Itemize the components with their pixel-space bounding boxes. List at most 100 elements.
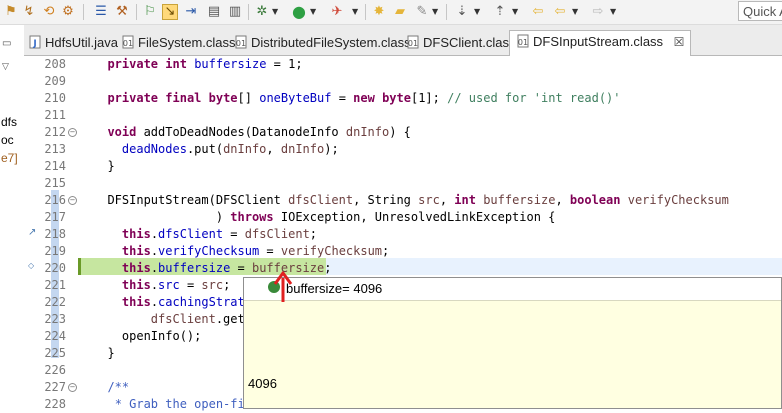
class-file-icon: 01 bbox=[517, 34, 529, 48]
line-number: 214 bbox=[44, 159, 66, 173]
line-number: 226 bbox=[44, 363, 66, 377]
code-line: this.verifyChecksum = verifyChecksum; bbox=[121, 244, 390, 258]
quick-fix-icon[interactable]: ⚑ bbox=[3, 4, 19, 20]
tab-label: DistributedFileSystem.class bbox=[251, 35, 411, 50]
code-line: ) throws IOException, UnresolvedLinkExce… bbox=[93, 210, 556, 224]
line-number: 215 bbox=[44, 176, 66, 190]
brush-icon[interactable]: ✎ bbox=[414, 4, 430, 20]
back-icon[interactable]: ⇦ bbox=[552, 4, 568, 20]
line-number: 211 bbox=[44, 108, 66, 122]
code-line: DFSInputStream(DFSClient dfsClient, Stri… bbox=[93, 193, 729, 207]
fold-toggle-icon[interactable]: − bbox=[68, 196, 77, 205]
line-number: 216 bbox=[44, 193, 66, 207]
open-folder-icon[interactable]: ▰ bbox=[392, 4, 408, 20]
fold-toggle-icon[interactable]: − bbox=[68, 128, 77, 137]
debug-config-icon[interactable]: ✲ bbox=[254, 4, 270, 20]
code-line: } bbox=[93, 346, 115, 360]
tree-item[interactable]: e7] bbox=[1, 151, 18, 165]
svg-text:J: J bbox=[32, 39, 36, 49]
instruction-pointer-icon: ◇ bbox=[28, 261, 35, 270]
code-line: openInfo(); bbox=[93, 329, 202, 343]
hover-tree: buffersize= 4096 bbox=[244, 278, 781, 301]
svg-text:01: 01 bbox=[123, 39, 133, 48]
fold-toggle-icon[interactable]: − bbox=[68, 383, 77, 392]
new-java-project-icon[interactable]: ✸ bbox=[371, 4, 387, 20]
line-number: 208 bbox=[44, 57, 66, 71]
panel-collapse-icon[interactable]: ▽ bbox=[2, 59, 9, 73]
line-number: 227 bbox=[44, 380, 66, 394]
code-line: * Grab the open-fil bbox=[114, 397, 252, 411]
word-wrap-icon[interactable]: ⚙ bbox=[60, 4, 76, 20]
code-line: void addToDeadNodes(DatanodeInfo dnInfo)… bbox=[107, 125, 411, 139]
code-line: private final byte[] oneByteBuf = new by… bbox=[107, 91, 621, 105]
tab-label: DFSInputStream.class bbox=[533, 34, 664, 49]
mark-occurrences-icon[interactable]: ⟲ bbox=[41, 4, 57, 20]
quick-access-input[interactable]: Quick A bbox=[738, 1, 782, 21]
hover-variable-name: buffersize bbox=[286, 281, 343, 296]
code-line: } bbox=[93, 159, 115, 173]
hover-variable-row[interactable]: buffersize= 4096 bbox=[286, 281, 382, 297]
skip-breakpoints-icon[interactable]: ⚐ bbox=[142, 4, 158, 20]
red-arrow-annotation bbox=[273, 271, 293, 302]
debug-marker-icon: ↗ bbox=[28, 227, 37, 238]
tab-label: FileSystem.class bbox=[138, 35, 236, 50]
code-line: dfsClient.getD bbox=[150, 312, 252, 326]
line-number: 217 bbox=[44, 210, 66, 224]
editor-tab-bar: J HdfsUtil.java 01 FileSystem.class 01 Dist… bbox=[24, 25, 782, 56]
code-line: this.cachingStrate bbox=[121, 295, 252, 309]
next-annotation-icon[interactable]: ⇣ bbox=[454, 4, 470, 20]
external-tools-icon[interactable]: ✈ bbox=[329, 4, 345, 20]
block-selection-icon[interactable]: ⚒ bbox=[114, 4, 130, 20]
tree-item[interactable]: oc bbox=[1, 133, 14, 147]
class-file-icon: 01 bbox=[407, 35, 419, 49]
class-file-icon: 01 bbox=[122, 35, 134, 49]
line-number: 212 bbox=[44, 125, 66, 139]
main-toolbar: ⚑ ↯ ⟲ ⚙ ☰ ⚒ ⚐ ↘ ⇥ ▤ ▥ ✲ ▼ ● ▼ ✈ ▼ ✸ ▰ ✎ … bbox=[0, 0, 782, 25]
tree-item[interactable]: dfs bbox=[1, 115, 17, 129]
show-whitespace-icon[interactable]: ☰ bbox=[93, 4, 109, 20]
code-line: /** bbox=[107, 380, 130, 394]
step-filter-icon[interactable]: ⇥ bbox=[183, 4, 199, 20]
svg-text:01: 01 bbox=[518, 38, 528, 47]
tab-filesystem[interactable]: 01 FileSystem.class bbox=[121, 32, 236, 54]
line-number: 213 bbox=[44, 142, 66, 156]
code-line: this.src = src; bbox=[121, 278, 231, 292]
code-line: this.dfsClient = dfsClient; bbox=[121, 227, 318, 241]
terminate-icon[interactable]: ▤ bbox=[206, 4, 222, 20]
line-number: 210 bbox=[44, 91, 66, 105]
line-number: 225 bbox=[44, 346, 66, 360]
disconnect-icon[interactable]: ▥ bbox=[227, 4, 243, 20]
panel-menu-icon[interactable]: ▭ bbox=[2, 37, 11, 51]
line-number: 223 bbox=[44, 312, 66, 326]
tab-label: HdfsUtil.java bbox=[45, 35, 118, 50]
run-icon[interactable]: ● bbox=[291, 4, 307, 20]
tab-label: DFSClient.class bbox=[423, 35, 516, 50]
line-number: 218 bbox=[44, 227, 66, 241]
class-file-icon: 01 bbox=[235, 35, 247, 49]
line-number: 221 bbox=[44, 278, 66, 292]
tab-distributedfilesystem[interactable]: 01 DistributedFileSystem.class bbox=[234, 32, 411, 54]
hover-detail-text: 4096 bbox=[248, 376, 277, 391]
code-line-current: this.buffersize = buffersize; bbox=[121, 261, 332, 275]
svg-text:01: 01 bbox=[236, 39, 246, 48]
tab-dfsinputstream[interactable]: 01 DFSInputStream.class ☒ bbox=[509, 30, 692, 56]
code-line: private int buffersize = 1; bbox=[107, 57, 303, 71]
hover-variable-value: 4096 bbox=[353, 281, 383, 296]
svg-text:01: 01 bbox=[408, 39, 418, 48]
java-file-icon: J bbox=[29, 35, 41, 49]
tab-dfsclient[interactable]: 01 DFSClient.class bbox=[406, 32, 515, 54]
line-number: 219 bbox=[44, 244, 66, 258]
line-number: 220 bbox=[44, 261, 66, 275]
previous-annotation-icon[interactable]: ⇡ bbox=[492, 4, 508, 20]
last-edit-location-icon[interactable]: ⇦ bbox=[530, 4, 546, 20]
package-explorer-panel: ▭ ▽ dfs oc e7] bbox=[0, 25, 25, 409]
line-number: 224 bbox=[44, 329, 66, 343]
line-number: 222 bbox=[44, 295, 66, 309]
tab-hdfsutil[interactable]: J HdfsUtil.java bbox=[28, 32, 118, 54]
code-line: deadNodes.put(dnInfo, dnInfo); bbox=[121, 142, 339, 156]
forward-icon[interactable]: ⇨ bbox=[590, 4, 606, 20]
toggle-breadcrumb-icon[interactable]: ↯ bbox=[21, 4, 37, 20]
variable-hover-popup[interactable]: buffersize= 4096 4096 bbox=[243, 277, 782, 409]
drop-to-frame-icon[interactable]: ↘ bbox=[162, 4, 178, 20]
close-tab-icon[interactable]: ☒ bbox=[674, 35, 685, 49]
